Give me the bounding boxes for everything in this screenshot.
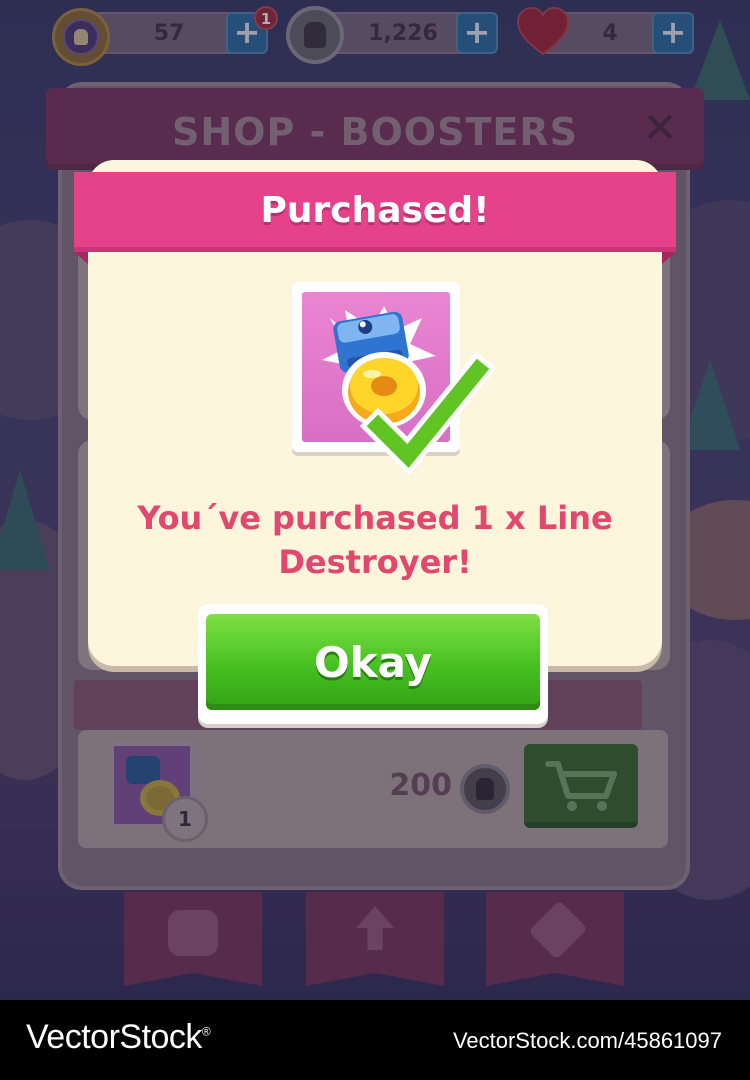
watermark-logo: VectorStock® [26,1018,211,1057]
okay-button-label: Okay [313,638,433,687]
purchase-message: You´ve purchased 1 x Line Destroyer! [137,499,613,581]
watermark-brand: VectorStock [26,1018,202,1056]
watermark-bar: VectorStock® VectorStock.com/45861097 [0,1000,750,1080]
watermark-id: VectorStock.com/45861097 [452,1028,722,1053]
dialog-header: Purchased! [74,172,676,252]
okay-button[interactable]: Okay [198,604,548,724]
line-destroyer-card [292,282,460,452]
registered-mark: ® [201,1024,211,1039]
dialog-title: Purchased! [260,190,490,231]
